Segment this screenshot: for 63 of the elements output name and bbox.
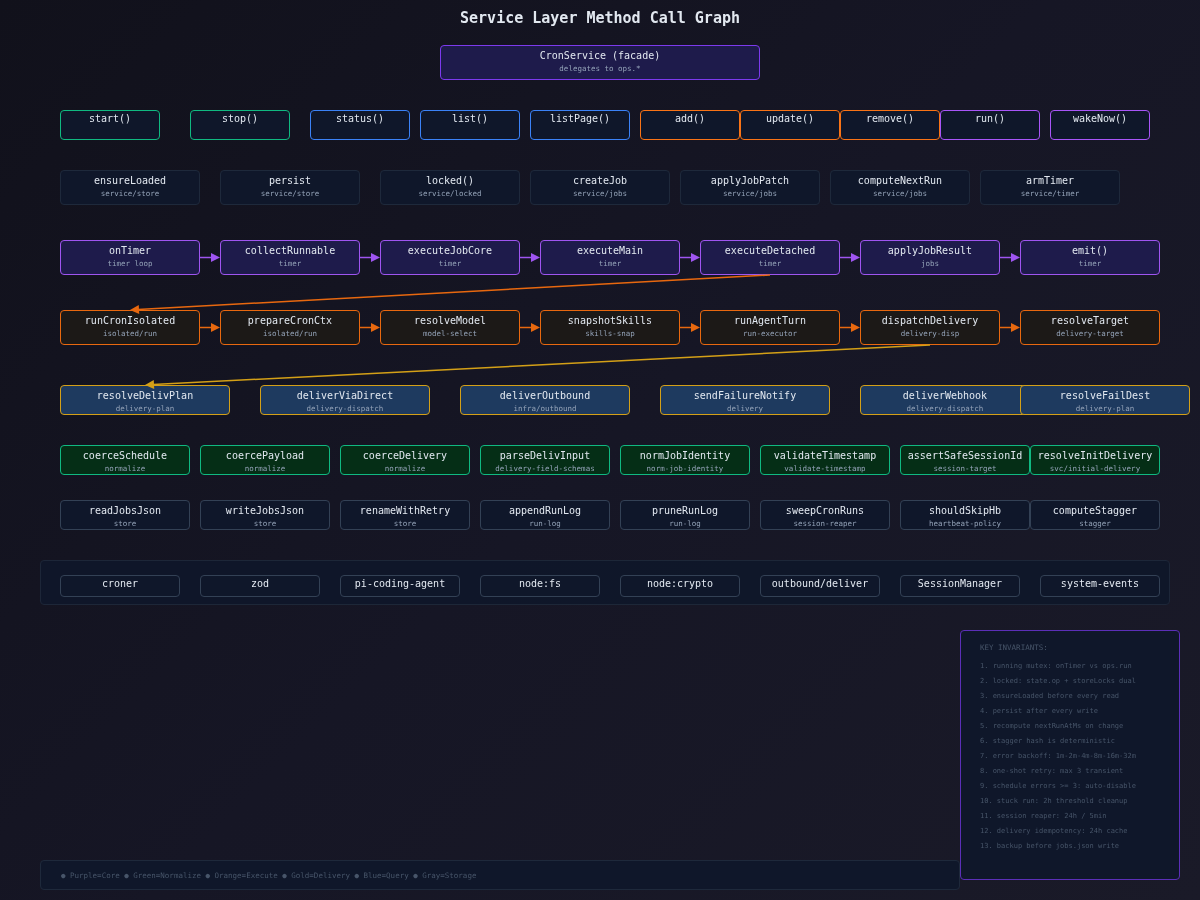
facade-name: CronService (facade) — [539, 50, 661, 61]
method-name: resolveTarget — [1050, 315, 1130, 327]
method-name: run() — [974, 113, 1006, 125]
method-name: renameWithRetry — [359, 505, 451, 517]
method-name: deliverOutbound — [499, 390, 591, 402]
method-name: emit() — [1071, 245, 1109, 257]
method-name: locked() — [425, 175, 475, 187]
dependency-node: zod — [200, 575, 320, 597]
method-name: stop() — [221, 113, 259, 125]
method-name: coerceSchedule — [82, 450, 168, 462]
dependency-node: node:crypto — [620, 575, 740, 597]
dependency-node: croner — [60, 575, 180, 597]
method-name: applyJobResult — [887, 245, 973, 257]
dependency-node: SessionManager — [900, 575, 1020, 597]
method-name: parseDelivInput — [499, 450, 591, 462]
dependency-node: pi-coding-agent — [340, 575, 460, 597]
method-name: sendFailureNotify — [693, 390, 797, 402]
method-name: computeStagger — [1052, 505, 1138, 517]
method-name: computeNextRun — [857, 175, 943, 187]
method-name: list() — [451, 113, 489, 125]
method-name: normJobIdentity — [639, 450, 731, 462]
diagram-title: Service Layer Method Call Graph — [460, 9, 740, 27]
method-name: deliverWebhook — [902, 390, 988, 402]
method-name: sweepCronRuns — [785, 505, 865, 517]
method-name: persist — [268, 175, 312, 187]
method-name: pruneRunLog — [651, 505, 719, 517]
method-name: snapshotSkills — [567, 315, 653, 327]
method-name: coercePayload — [225, 450, 305, 462]
method-name: executeDetached — [724, 245, 816, 257]
method-name: resolveModel — [413, 315, 487, 327]
method-name: runCronIsolated — [84, 315, 176, 327]
method-name: resolveInitDelivery — [1037, 450, 1153, 462]
method-name: collectRunnable — [244, 245, 336, 257]
method-name: validateTimestamp — [773, 450, 877, 462]
method-name: executeMain — [576, 245, 644, 257]
method-name: armTimer — [1025, 175, 1075, 187]
method-name: dispatchDelivery — [881, 315, 979, 327]
method-name: appendRunLog — [508, 505, 582, 517]
method-name: writeJobsJson — [225, 505, 305, 517]
method-name: resolveFailDest — [1059, 390, 1151, 402]
method-name: add() — [674, 113, 706, 125]
method-name: runAgentTurn — [733, 315, 807, 327]
method-name: update() — [765, 113, 815, 125]
method-name: deliverViaDirect — [296, 390, 394, 402]
method-name: createJob — [572, 175, 628, 187]
method-name: start() — [88, 113, 132, 125]
method-name: wakeNow() — [1072, 113, 1128, 125]
dependency-node: outbound/deliver — [760, 575, 880, 597]
dependency-node: node:fs — [480, 575, 600, 597]
method-name: prepareCronCtx — [247, 315, 333, 327]
method-name: onTimer — [108, 245, 152, 257]
method-name: listPage() — [549, 113, 611, 125]
method-name: ensureLoaded — [93, 175, 167, 187]
method-name: executeJobCore — [407, 245, 493, 257]
method-name: remove() — [865, 113, 915, 125]
method-name: applyJobPatch — [710, 175, 790, 187]
method-name: coerceDelivery — [362, 450, 448, 462]
method-name: status() — [335, 113, 385, 125]
method-name: readJobsJson — [88, 505, 162, 517]
method-name: shouldSkipHb — [928, 505, 1002, 517]
method-name: assertSafeSessionId — [907, 450, 1023, 462]
method-name: resolveDelivPlan — [96, 390, 194, 402]
dependency-node: system-events — [1040, 575, 1160, 597]
